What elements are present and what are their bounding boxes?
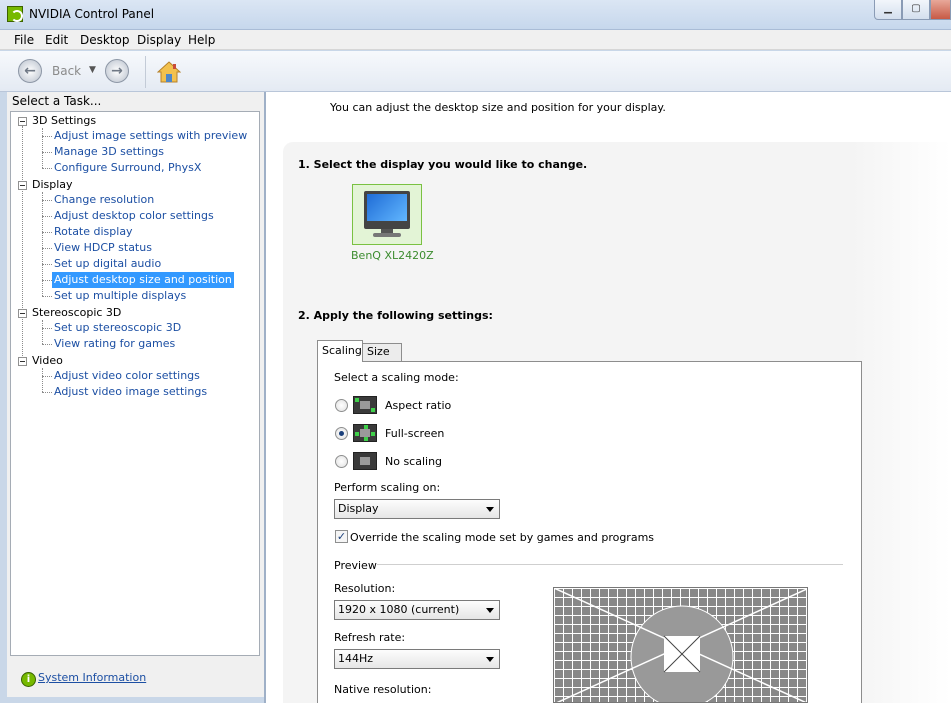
tree-connector <box>42 344 52 345</box>
tree-connector <box>42 232 52 233</box>
home-icon[interactable] <box>157 60 181 84</box>
tree-connector <box>42 136 52 137</box>
task-view-hdcp-status[interactable]: View HDCP status <box>52 240 154 256</box>
step2-heading: 2. Apply the following settings: <box>298 309 493 322</box>
override-label[interactable]: Override the scaling mode set by games a… <box>350 531 654 544</box>
full-screen-icon <box>353 424 377 442</box>
scaling-mode-label: Select a scaling mode: <box>334 371 459 384</box>
display-name[interactable]: BenQ XL2420Z <box>351 249 434 262</box>
task-set-up-digital-audio[interactable]: Set up digital audio <box>52 256 163 272</box>
task-adjust-video-color[interactable]: Adjust video color settings <box>52 368 202 384</box>
task-set-up-multiple-displays[interactable]: Set up multiple displays <box>52 288 188 304</box>
tree-connector <box>42 128 43 168</box>
window-title: NVIDIA Control Panel <box>29 7 155 21</box>
preview-test-pattern <box>554 588 807 702</box>
task-tree: 3D Settings Adjust image settings with p… <box>10 111 260 656</box>
menu-help[interactable]: Help <box>188 33 215 47</box>
refresh-rate-value: 144Hz <box>338 652 374 665</box>
back-arrow-icon[interactable]: ← <box>18 59 42 83</box>
resolution-label: Resolution: <box>334 582 396 595</box>
close-button[interactable] <box>930 0 951 20</box>
task-panel: Select a Task... 3D Settings Adjust imag… <box>7 92 264 697</box>
perform-scaling-value: Display <box>338 502 379 515</box>
radio-no-scaling[interactable] <box>335 455 348 468</box>
refresh-rate-select[interactable]: 144Hz <box>334 649 500 669</box>
radio-full-screen[interactable] <box>335 427 348 440</box>
tree-connector <box>42 328 52 329</box>
full-screen-label[interactable]: Full-screen <box>385 427 444 440</box>
aspect-ratio-icon <box>353 396 377 414</box>
maximize-button[interactable]: ▢ <box>902 0 930 20</box>
tree-connector <box>22 126 23 366</box>
dropdown-arrow-icon <box>486 608 494 613</box>
tree-connector <box>42 200 52 201</box>
resolution-value: 1920 x 1080 (current) <box>338 603 460 616</box>
tree-connector <box>42 216 52 217</box>
task-configure-surround[interactable]: Configure Surround, PhysX <box>52 160 203 176</box>
tree-connector <box>42 296 52 297</box>
task-panel-header: Select a Task... <box>12 94 102 108</box>
tree-connector <box>42 392 52 393</box>
step1-heading: 1. Select the display you would like to … <box>298 158 588 171</box>
no-scaling-label[interactable]: No scaling <box>385 455 442 468</box>
collapse-icon[interactable] <box>18 181 27 190</box>
perform-scaling-label: Perform scaling on: <box>334 481 441 494</box>
task-adjust-desktop-size[interactable]: Adjust desktop size and position <box>52 272 234 288</box>
forward-arrow-icon[interactable]: → <box>105 59 129 83</box>
perform-scaling-select[interactable]: Display <box>334 499 500 519</box>
minimize-button[interactable]: ▁ <box>874 0 902 20</box>
tree-connector <box>42 368 43 392</box>
aspect-ratio-label[interactable]: Aspect ratio <box>385 399 451 412</box>
content-panel: You can adjust the desktop size and posi… <box>266 92 951 703</box>
toolbar-separator <box>145 56 146 88</box>
task-rotate-display[interactable]: Rotate display <box>52 224 135 240</box>
scaling-preview <box>553 587 808 703</box>
task-set-up-stereoscopic-3d[interactable]: Set up stereoscopic 3D <box>52 320 183 336</box>
tab-size[interactable]: Size <box>362 343 402 361</box>
toolbar: ← Back ▼ → <box>0 51 951 92</box>
preview-section-label: Preview <box>334 559 377 572</box>
override-checkbox[interactable]: ✓ <box>335 530 348 543</box>
tab-scaling[interactable]: Scaling <box>317 340 363 362</box>
menu-file[interactable]: File <box>14 33 34 47</box>
resolution-select[interactable]: 1920 x 1080 (current) <box>334 600 500 620</box>
preview-divider <box>377 564 843 565</box>
tree-connector <box>42 376 52 377</box>
dropdown-arrow-icon <box>486 657 494 662</box>
collapse-icon[interactable] <box>18 117 27 126</box>
native-resolution-label: Native resolution: <box>334 683 432 696</box>
collapse-icon[interactable] <box>18 357 27 366</box>
radio-aspect-ratio[interactable] <box>335 399 348 412</box>
menu-display[interactable]: Display <box>137 33 181 47</box>
tree-connector <box>42 168 52 169</box>
menu-bar: File Edit Desktop Display Help <box>0 30 951 50</box>
display-tile-benq[interactable] <box>352 184 422 245</box>
back-history-dropdown-icon[interactable]: ▼ <box>89 65 96 75</box>
tree-connector <box>42 152 52 153</box>
menu-edit[interactable]: Edit <box>45 33 68 47</box>
task-view-rating-for-games[interactable]: View rating for games <box>52 336 177 352</box>
page-description: You can adjust the desktop size and posi… <box>330 101 666 114</box>
task-manage-3d-settings[interactable]: Manage 3D settings <box>52 144 166 160</box>
task-adjust-image-settings[interactable]: Adjust image settings with preview <box>52 128 249 144</box>
collapse-icon[interactable] <box>18 309 27 318</box>
dropdown-arrow-icon <box>486 507 494 512</box>
system-information-link[interactable]: System Information <box>38 671 146 684</box>
monitor-icon <box>364 191 410 229</box>
nvidia-logo-icon <box>7 6 23 22</box>
title-bar: NVIDIA Control Panel ▁ ▢ <box>0 0 951 30</box>
refresh-rate-label: Refresh rate: <box>334 631 406 644</box>
tree-connector <box>42 280 52 281</box>
task-adjust-video-image[interactable]: Adjust video image settings <box>52 384 209 400</box>
task-adjust-desktop-color[interactable]: Adjust desktop color settings <box>52 208 216 224</box>
back-button-label[interactable]: Back <box>52 64 81 78</box>
menu-desktop[interactable]: Desktop <box>80 33 130 47</box>
system-info-icon[interactable]: i <box>21 672 36 687</box>
task-change-resolution[interactable]: Change resolution <box>52 192 156 208</box>
tree-connector <box>42 248 52 249</box>
tree-connector <box>42 264 52 265</box>
no-scaling-icon <box>353 452 377 470</box>
tree-connector <box>42 320 43 344</box>
